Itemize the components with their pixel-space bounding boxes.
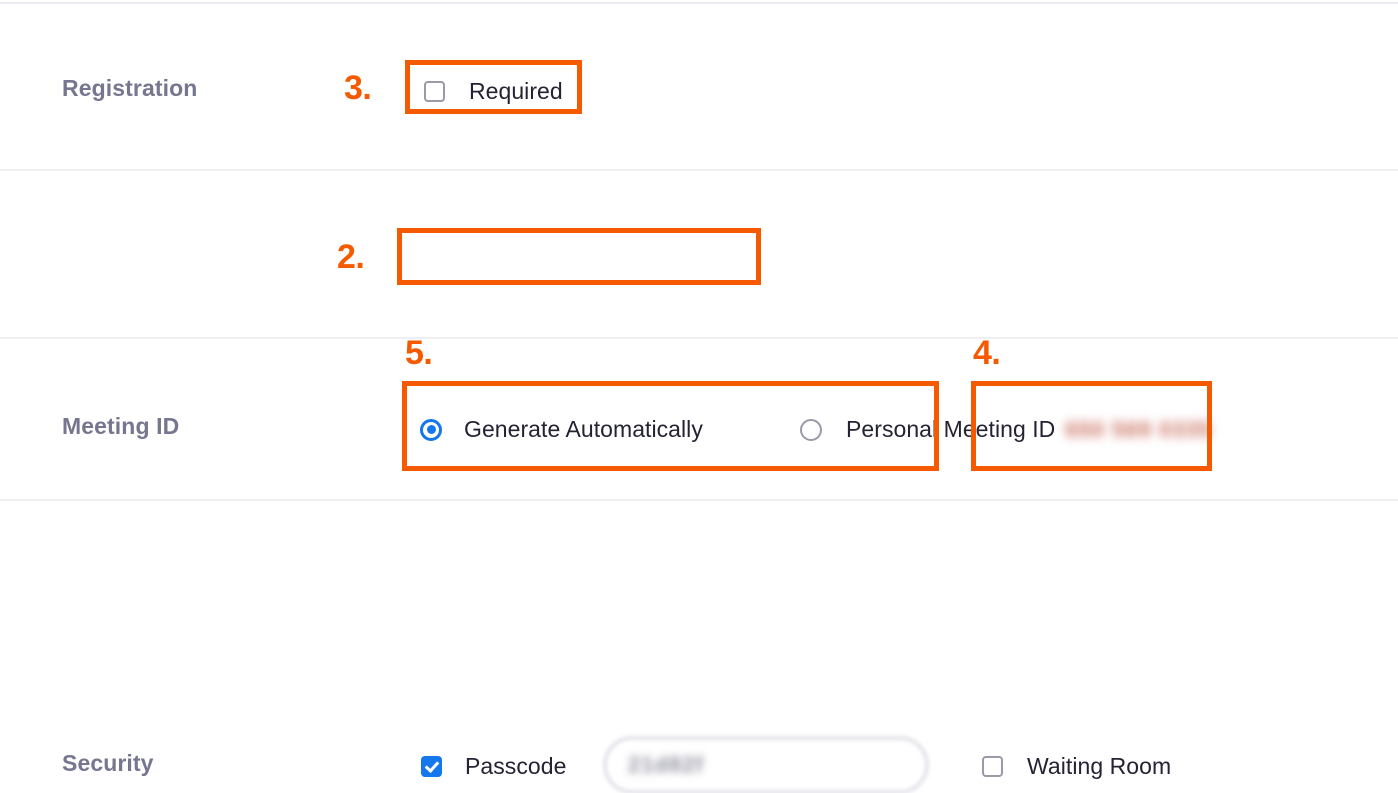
meeting-settings-form: Registration Required Meeting ID Generat… (0, 0, 1398, 514)
annotation-number-3: 3. (344, 71, 371, 105)
row-registration: Registration Required (0, 4, 1398, 169)
row-meeting-id: Meeting ID Generate Automatically Person… (0, 171, 1398, 337)
registration-required-checkbox[interactable]: Required (424, 78, 563, 105)
waiting-room-label: Waiting Room (1027, 753, 1171, 780)
checkbox-unchecked-icon[interactable] (424, 81, 445, 102)
checkbox-unchecked-icon[interactable] (982, 756, 1003, 777)
row-label-registration: Registration (62, 75, 197, 102)
waiting-room-checkbox[interactable]: Waiting Room (982, 753, 1171, 780)
registration-required-label: Required (469, 78, 563, 105)
row-security: Security Passcode 21d82f Waiting Room (0, 339, 1398, 499)
annotation-number-2: 2. (337, 240, 364, 274)
annotation-number-4: 4. (973, 336, 1000, 370)
checkbox-checked-icon[interactable] (421, 756, 442, 777)
passcode-input[interactable]: 21d82f (604, 737, 928, 793)
divider-security-bottom (0, 499, 1398, 501)
passcode-value: 21d82f (628, 752, 704, 778)
passcode-checkbox[interactable]: Passcode (421, 753, 566, 780)
row-label-security: Security (62, 750, 154, 777)
annotation-number-5: 5. (405, 336, 432, 370)
passcode-label: Passcode (465, 753, 566, 780)
